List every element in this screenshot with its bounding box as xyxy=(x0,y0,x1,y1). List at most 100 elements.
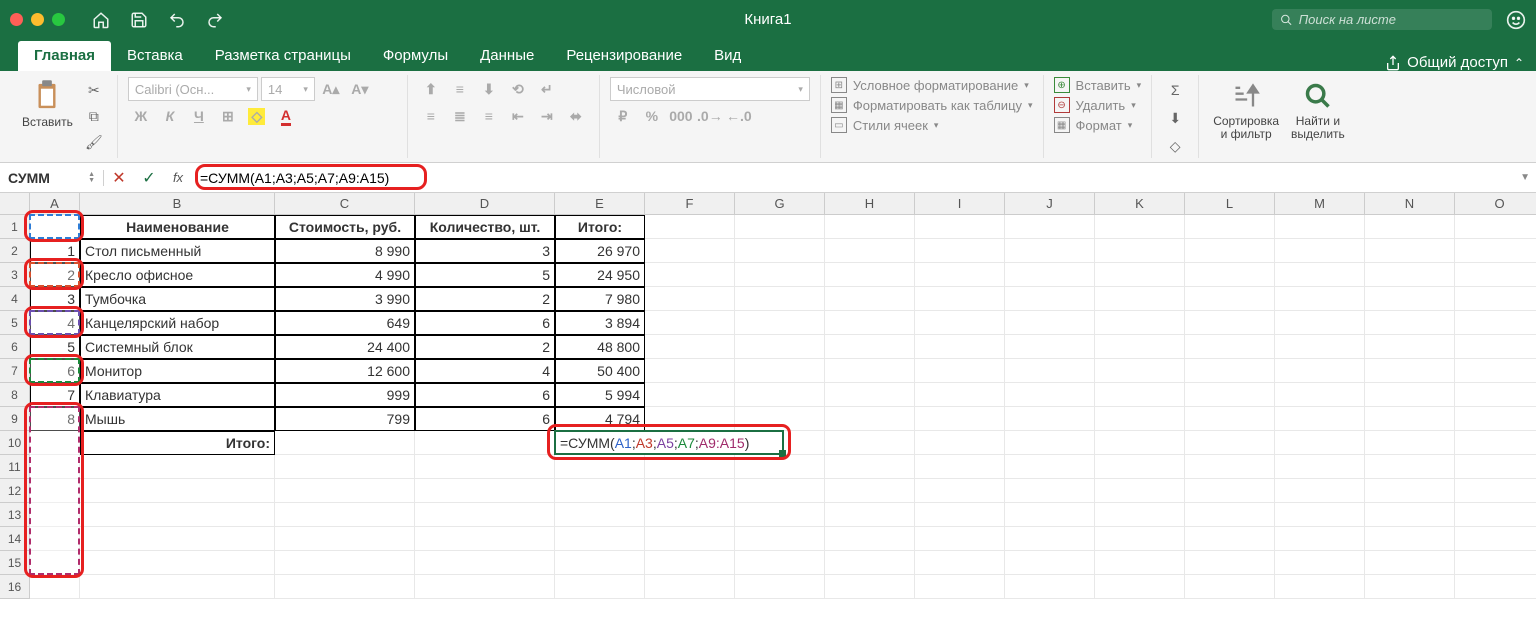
cell-B9[interactable]: Мышь xyxy=(80,407,275,431)
cell-B7[interactable]: Монитор xyxy=(80,359,275,383)
cell-B10[interactable]: Итого: xyxy=(80,431,275,455)
cell-F12[interactable] xyxy=(645,479,735,503)
cell-J15[interactable] xyxy=(1005,551,1095,575)
cell-C2[interactable]: 8 990 xyxy=(275,239,415,263)
col-header-H[interactable]: H xyxy=(825,193,915,215)
cell-F15[interactable] xyxy=(645,551,735,575)
cell-K6[interactable] xyxy=(1095,335,1185,359)
cut-button[interactable]: ✂ xyxy=(83,79,105,101)
cell-E3[interactable]: 24 950 xyxy=(555,263,645,287)
cell-K1[interactable] xyxy=(1095,215,1185,239)
cell-H4[interactable] xyxy=(825,287,915,311)
cell-L6[interactable] xyxy=(1185,335,1275,359)
increase-font-button[interactable]: A▴ xyxy=(318,77,344,101)
cell-B13[interactable] xyxy=(80,503,275,527)
decrease-indent-button[interactable]: ⇤ xyxy=(505,104,531,128)
bold-button[interactable]: Ж xyxy=(128,104,154,128)
confirm-edit-button[interactable]: ✓ xyxy=(134,163,164,193)
cell-K7[interactable] xyxy=(1095,359,1185,383)
cell-A6[interactable]: 5 xyxy=(30,335,80,359)
cell-E9[interactable]: 4 794 xyxy=(555,407,645,431)
cell-D3[interactable]: 5 xyxy=(415,263,555,287)
cell-N9[interactable] xyxy=(1365,407,1455,431)
align-left-button[interactable]: ≡ xyxy=(418,104,444,128)
cell-G6[interactable] xyxy=(735,335,825,359)
cell-H5[interactable] xyxy=(825,311,915,335)
cell-N7[interactable] xyxy=(1365,359,1455,383)
font-name-select[interactable]: Calibri (Осн...▾ xyxy=(128,77,258,101)
cell-A9[interactable]: 8 xyxy=(30,407,80,431)
cell-F8[interactable] xyxy=(645,383,735,407)
cell-A3[interactable]: 2 xyxy=(30,263,80,287)
cell-styles-button[interactable]: ▭Стили ячеек ▾ xyxy=(831,117,1033,133)
cell-H2[interactable] xyxy=(825,239,915,263)
cell-A14[interactable] xyxy=(30,527,80,551)
cell-G5[interactable] xyxy=(735,311,825,335)
tab-formulas[interactable]: Формулы xyxy=(367,41,464,71)
cell-N1[interactable] xyxy=(1365,215,1455,239)
row-header-8[interactable]: 8 xyxy=(0,383,30,407)
cell-B8[interactable]: Клавиатура xyxy=(80,383,275,407)
cell-E15[interactable] xyxy=(555,551,645,575)
cell-C6[interactable]: 24 400 xyxy=(275,335,415,359)
col-header-K[interactable]: K xyxy=(1095,193,1185,215)
underline-button[interactable]: Ч xyxy=(186,104,212,128)
clear-button[interactable]: ◇ xyxy=(1164,135,1186,157)
cell-O16[interactable] xyxy=(1455,575,1536,599)
copy-button[interactable]: ⧉ xyxy=(83,105,105,127)
minimize-window-button[interactable] xyxy=(31,13,44,26)
col-header-F[interactable]: F xyxy=(645,193,735,215)
tab-page-layout[interactable]: Разметка страницы xyxy=(199,41,367,71)
tab-insert[interactable]: Вставка xyxy=(111,41,199,71)
cell-G14[interactable] xyxy=(735,527,825,551)
cell-G3[interactable] xyxy=(735,263,825,287)
cell-O7[interactable] xyxy=(1455,359,1536,383)
cell-M15[interactable] xyxy=(1275,551,1365,575)
cell-N16[interactable] xyxy=(1365,575,1455,599)
cell-F3[interactable] xyxy=(645,263,735,287)
col-header-B[interactable]: B xyxy=(80,193,275,215)
cell-C14[interactable] xyxy=(275,527,415,551)
cell-J6[interactable] xyxy=(1005,335,1095,359)
cell-I3[interactable] xyxy=(915,263,1005,287)
cell-C4[interactable]: 3 990 xyxy=(275,287,415,311)
cell-I10[interactable] xyxy=(915,431,1005,455)
cell-O3[interactable] xyxy=(1455,263,1536,287)
cell-N13[interactable] xyxy=(1365,503,1455,527)
cell-G11[interactable] xyxy=(735,455,825,479)
cell-L14[interactable] xyxy=(1185,527,1275,551)
cell-J10[interactable] xyxy=(1005,431,1095,455)
decrease-decimal-button[interactable]: ←.0 xyxy=(726,104,752,128)
cell-H9[interactable] xyxy=(825,407,915,431)
orientation-button[interactable]: ⟲ xyxy=(505,77,531,101)
merge-button[interactable]: ⬌ xyxy=(563,104,589,128)
cell-J4[interactable] xyxy=(1005,287,1095,311)
cell-C13[interactable] xyxy=(275,503,415,527)
cell-I13[interactable] xyxy=(915,503,1005,527)
col-header-G[interactable]: G xyxy=(735,193,825,215)
fx-label[interactable]: fx xyxy=(164,170,192,185)
cell-K13[interactable] xyxy=(1095,503,1185,527)
cell-K4[interactable] xyxy=(1095,287,1185,311)
cell-E5[interactable]: 3 894 xyxy=(555,311,645,335)
cell-A8[interactable]: 7 xyxy=(30,383,80,407)
cell-I8[interactable] xyxy=(915,383,1005,407)
cell-F4[interactable] xyxy=(645,287,735,311)
cell-L5[interactable] xyxy=(1185,311,1275,335)
cell-L8[interactable] xyxy=(1185,383,1275,407)
cell-O10[interactable] xyxy=(1455,431,1536,455)
cell-I15[interactable] xyxy=(915,551,1005,575)
share-button[interactable]: Общий доступ ⌃ xyxy=(1385,54,1524,71)
active-cell-E10[interactable]: =СУММ(A1;A3;A5;A7;A9:A15) xyxy=(554,430,784,455)
cell-G15[interactable] xyxy=(735,551,825,575)
select-all-corner[interactable] xyxy=(0,193,30,215)
cell-I2[interactable] xyxy=(915,239,1005,263)
cell-G12[interactable] xyxy=(735,479,825,503)
cell-I4[interactable] xyxy=(915,287,1005,311)
cell-H3[interactable] xyxy=(825,263,915,287)
align-top-button[interactable]: ⬆ xyxy=(418,77,444,101)
cell-B16[interactable] xyxy=(80,575,275,599)
cell-F13[interactable] xyxy=(645,503,735,527)
cell-F6[interactable] xyxy=(645,335,735,359)
cell-I9[interactable] xyxy=(915,407,1005,431)
